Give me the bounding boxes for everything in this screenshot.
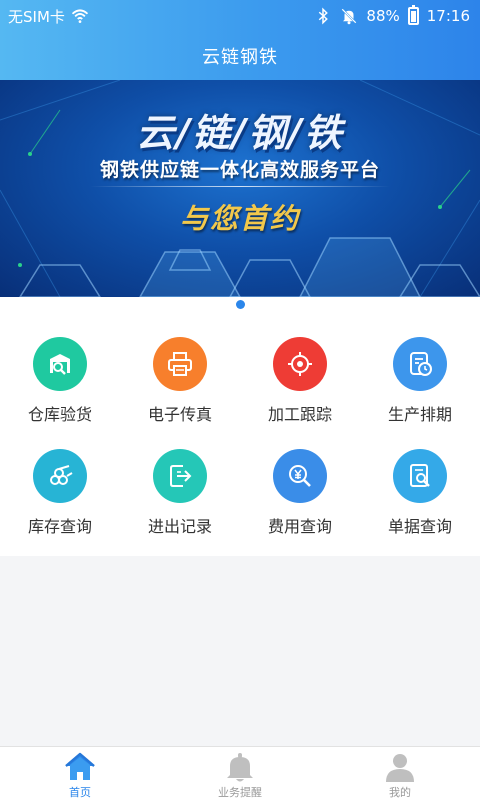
status-bar: 无SIM卡 88% 17:16 — [0, 0, 480, 32]
menu-item-label: 费用查询 — [267, 517, 332, 536]
clock-time: 17:16 — [426, 7, 470, 25]
menu-item-label: 电子传真 — [147, 405, 212, 424]
user-icon — [386, 754, 414, 782]
banner-divider — [90, 186, 390, 187]
tab-label: 业务提醒 — [218, 786, 262, 799]
schedule-clock-icon — [393, 337, 447, 391]
top-header: 无SIM卡 88% 17:16 云链钢铁 — [0, 0, 480, 80]
menu-item-label: 生产排期 — [387, 405, 452, 424]
banner-title: 云/链/钢/铁 — [136, 111, 344, 155]
menu-item-warehouse-inspect[interactable]: 仓库验货 — [0, 337, 120, 449]
page-title: 云链钢铁 — [202, 47, 278, 68]
printer-icon — [153, 337, 207, 391]
menu-item-label: 库存查询 — [27, 517, 92, 536]
tab-home[interactable]: 首页 — [0, 747, 160, 800]
wifi-icon — [71, 9, 88, 23]
menu-item-fee-query[interactable]: 费用查询 — [240, 449, 360, 561]
tab-label: 首页 — [69, 786, 91, 799]
tab-mine[interactable]: 我的 — [320, 747, 480, 800]
carrier-text: 无SIM卡 — [8, 7, 65, 26]
notifications-off-icon — [341, 8, 357, 25]
warehouse-inspect-icon — [33, 337, 87, 391]
banner-subtitle: 钢铁供应链一体化高效服务平台 — [99, 159, 380, 181]
steel-pipes-icon — [33, 449, 87, 503]
battery-icon — [407, 5, 419, 25]
battery-percent: 88% — [366, 7, 400, 25]
tab-business-reminders[interactable]: 业务提醒 — [160, 747, 320, 800]
menu-item-processing-track[interactable]: 加工跟踪 — [240, 337, 360, 449]
yuan-search-icon — [273, 449, 327, 503]
bluetooth-icon — [319, 7, 329, 25]
function-menu-panel: 仓库验货 电子传真 加工跟踪 生产排期 库存查询 进出记录 费用查询 单据查询 — [0, 297, 480, 556]
menu-item-label: 加工跟踪 — [267, 405, 332, 424]
menu-item-label: 单据查询 — [387, 517, 452, 536]
function-grid: 仓库验货 电子传真 加工跟踪 生产排期 库存查询 进出记录 费用查询 单据查询 — [0, 337, 480, 561]
bell-icon — [227, 753, 253, 782]
menu-item-document-query[interactable]: 单据查询 — [360, 449, 480, 561]
banner-slogan: 与您首约 — [179, 202, 300, 235]
home-icon — [65, 752, 95, 780]
tab-label: 我的 — [389, 786, 411, 799]
menu-item-label: 进出记录 — [147, 517, 212, 536]
menu-item-e-fax[interactable]: 电子传真 — [120, 337, 240, 449]
menu-item-inventory-query[interactable]: 库存查询 — [0, 449, 120, 561]
bottom-tab-bar: 首页 业务提醒 我的 — [0, 746, 480, 800]
menu-item-production-schedule[interactable]: 生产排期 — [360, 337, 480, 449]
app-bar: 云链钢铁 — [0, 32, 480, 80]
carousel-indicator-dot[interactable] — [236, 300, 245, 309]
document-search-icon — [393, 449, 447, 503]
target-icon — [273, 337, 327, 391]
promo-banner[interactable]: 云/链/钢/铁 钢铁供应链一体化高效服务平台 与您首约 — [0, 80, 480, 297]
in-out-record-icon — [153, 449, 207, 503]
menu-item-in-out-records[interactable]: 进出记录 — [120, 449, 240, 561]
menu-item-label: 仓库验货 — [27, 405, 92, 424]
